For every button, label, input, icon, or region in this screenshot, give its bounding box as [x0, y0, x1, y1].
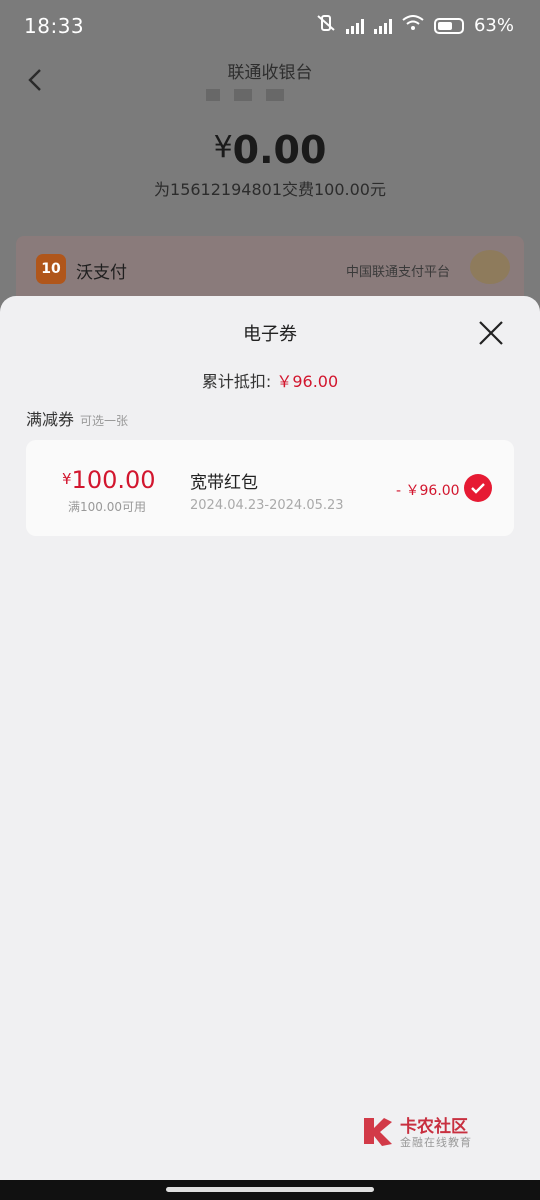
- home-indicator[interactable]: [166, 1187, 374, 1192]
- section-header: 满减券 可选一张: [26, 406, 128, 430]
- coupon-condition: 满100.00可用: [68, 500, 146, 514]
- coupon-dates: 2024.04.23-2024.05.23: [190, 498, 344, 513]
- coupon-value: 100.00: [71, 466, 156, 494]
- coupon-deduction: - ￥96.00: [396, 483, 460, 499]
- status-icons: 63%: [316, 14, 514, 37]
- watermark-subtitle: 金融在线教育: [400, 1136, 472, 1149]
- vibrate-off-icon: [316, 14, 336, 37]
- checkmark-icon[interactable]: [464, 474, 492, 502]
- payment-amount: ¥0.00: [0, 128, 540, 172]
- coupon-card[interactable]: ¥100.00 满100.00可用 宽带红包 2024.04.23-2024.0…: [26, 440, 514, 536]
- sheet-title: 电子券: [243, 324, 297, 345]
- battery-percent: 63%: [473, 15, 514, 36]
- signal-icon-2: [373, 18, 392, 34]
- payment-description: 为15612194801交费100.00元: [154, 180, 386, 199]
- masked-text: [206, 86, 336, 101]
- total-deduction-value: ￥96.00: [276, 372, 339, 391]
- emblem-icon: [470, 250, 510, 284]
- section-label: 满减券: [26, 410, 75, 429]
- amount-value: 0.00: [232, 128, 327, 172]
- kanong-logo-icon: [364, 1118, 392, 1146]
- payment-method-name: 沃支付: [76, 263, 127, 283]
- status-time: 18:33: [24, 14, 85, 38]
- watermark: 卡农社区 金融在线教育: [360, 1112, 490, 1152]
- coupon-currency: ¥: [62, 470, 72, 488]
- wo-pay-logo-icon: 10: [36, 254, 66, 284]
- page-title: 联通收银台: [227, 63, 313, 83]
- coupon-name: 宽带红包: [190, 473, 258, 493]
- amount-currency: ¥: [213, 130, 233, 165]
- total-deduction-label: 累计抵扣:: [201, 372, 272, 391]
- payment-method-subtitle: 中国联通支付平台: [345, 265, 450, 280]
- battery-icon: [433, 17, 464, 34]
- wifi-icon: [402, 15, 424, 36]
- system-nav-bar: [0, 1180, 540, 1200]
- coupon-sheet: 电子券 累计抵扣: ￥96.00 满减券 可选一张 ¥100.00 满100.00…: [0, 296, 540, 1200]
- close-icon[interactable]: [476, 318, 506, 348]
- signal-icon-1: [345, 18, 364, 34]
- coupon-amount: ¥100.00: [62, 466, 156, 494]
- total-deduction: 累计抵扣: ￥96.00: [0, 368, 540, 392]
- section-hint: 可选一张: [80, 414, 129, 428]
- status-bar: 18:33 63%: [0, 0, 540, 54]
